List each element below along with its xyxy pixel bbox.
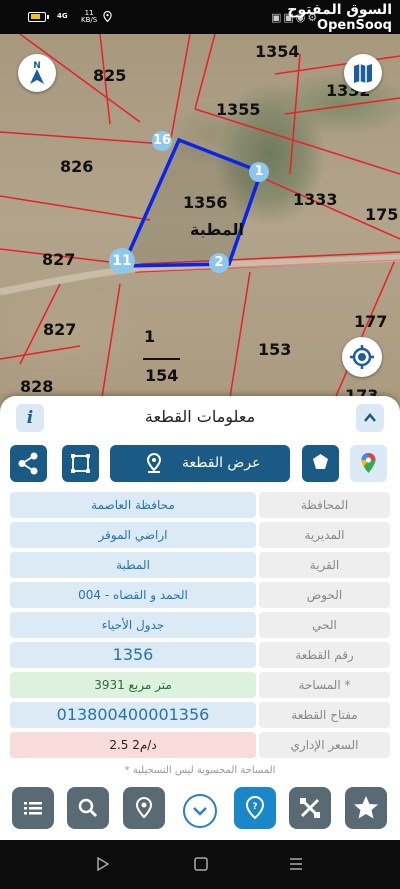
location-pin-icon — [146, 453, 162, 473]
help-location-button[interactable]: ? — [234, 787, 276, 829]
parcel-label[interactable]: 826 — [60, 157, 93, 176]
expand-button[interactable] — [183, 794, 217, 828]
svg-text:?: ? — [252, 802, 257, 812]
compass-icon: N — [30, 61, 44, 84]
share-icon — [18, 452, 38, 475]
share-button[interactable] — [10, 445, 47, 482]
collapse-button[interactable] — [356, 404, 384, 432]
vertex-marker[interactable]: 16 — [152, 131, 172, 151]
governorate-label: المحافظة — [259, 492, 390, 518]
parcel-label[interactable]: 1355 — [216, 100, 261, 119]
status-bar: 4G 11 KB/S ▣▣◉⚙ السوق المفتوح OpenSooq — [0, 0, 400, 34]
vertex-marker[interactable]: 11 — [109, 248, 135, 274]
locate-me-button[interactable] — [342, 337, 382, 377]
governorate-value: محافظة العاصمة — [10, 492, 256, 518]
bottom-toolbar: ? — [0, 771, 400, 840]
info-row-parcel-key: 013800400001356 مفتاح القطعة — [10, 702, 390, 728]
map-view-button[interactable] — [344, 54, 382, 92]
net-speed: 11 KB/S — [81, 10, 97, 24]
google-maps-button[interactable] — [350, 445, 387, 482]
parcel-label[interactable]: 1333 — [293, 190, 338, 209]
chevron-up-icon — [364, 413, 376, 422]
parcel-label[interactable]: 827 — [42, 250, 75, 269]
parcel-label[interactable]: 828 — [20, 377, 53, 396]
area-value: 3931 متر مربع — [10, 672, 256, 698]
location-status-icon — [103, 11, 112, 22]
show-parcel-label: عرض القطعة — [182, 455, 261, 471]
info-row-neighborhood: جدول الأحياء الحي — [10, 612, 390, 638]
directorate-value: اراضي الموقر — [10, 522, 256, 548]
directorate-label: المديرية — [259, 522, 390, 548]
parcel-info-panel: معلومات القطعة i عرض القطعة محافظة العاص… — [0, 396, 400, 840]
home-square-icon[interactable] — [194, 857, 208, 871]
basin-value: الحمد و القضاه - 004 — [10, 582, 256, 608]
info-row-basin: الحمد و القضاه - 004 الحوض — [10, 582, 390, 608]
favorite-star-icon — [354, 796, 378, 819]
recents-icon[interactable] — [289, 857, 303, 871]
vertex-marker[interactable]: 1 — [249, 162, 269, 182]
tools-icon — [300, 798, 320, 818]
system-nav-bar — [0, 840, 400, 889]
net-speed-unit: KB/S — [81, 16, 98, 24]
parcel-label[interactable]: 827 — [43, 320, 76, 339]
info-row-directorate: اراضي الموقر المديرية — [10, 522, 390, 548]
info-button[interactable]: i — [16, 404, 44, 432]
show-parcel-button[interactable]: عرض القطعة — [110, 445, 290, 482]
vertex-marker[interactable]: 2 — [209, 253, 229, 273]
location-icon — [135, 796, 153, 819]
parcel-label[interactable]: 1356 — [183, 193, 228, 212]
battery-icon — [28, 12, 49, 22]
brand-english: OpenSooq — [317, 18, 392, 33]
search-icon — [78, 798, 98, 818]
back-triangle-icon[interactable] — [97, 857, 109, 871]
locate-icon — [350, 345, 374, 369]
map-view-icon — [354, 64, 372, 83]
parcel-label[interactable]: 154 — [145, 366, 178, 385]
neighborhood-label: الحي — [259, 612, 390, 638]
parcel-key-value: 013800400001356 — [10, 702, 256, 728]
favorites-button[interactable] — [345, 787, 387, 829]
info-row-village: المطبة القرية — [10, 552, 390, 578]
parcel-label[interactable]: 1 — [144, 327, 155, 346]
crop-button[interactable] — [62, 445, 99, 482]
menu-list-icon — [24, 802, 42, 815]
star-icon — [313, 454, 328, 469]
tools-button[interactable] — [289, 787, 331, 829]
neighborhood-value: جدول الأحياء — [10, 612, 256, 638]
parcel-village-label: المطبة — [190, 220, 245, 239]
parcel-key-label: مفتاح القطعة — [259, 702, 390, 728]
parcel-label[interactable]: 1354 — [255, 42, 300, 61]
info-row-governorate: محافظة العاصمة المحافظة — [10, 492, 390, 518]
parcel-number-label: رقم القطعة — [259, 642, 390, 668]
admin-price-label: السعر الإداري — [259, 732, 390, 758]
info-row-admin-price: 2.5 د/م2 السعر الإداري — [10, 732, 390, 758]
crop-icon — [71, 454, 90, 473]
location-button[interactable] — [123, 787, 165, 829]
parcel-label[interactable]: 177 — [354, 312, 387, 331]
village-label: القرية — [259, 552, 390, 578]
basin-label: الحوض — [259, 582, 390, 608]
area-label: المساحة * — [259, 672, 390, 698]
info-row-parcel-number: 1356 رقم القطعة — [10, 642, 390, 668]
search-button[interactable] — [67, 787, 109, 829]
compass-button[interactable]: N — [18, 54, 56, 92]
panel-title: معلومات القطعة — [144, 407, 256, 426]
info-row-area: 3931 متر مربع المساحة * — [10, 672, 390, 698]
parcel-number-value: 1356 — [10, 642, 256, 668]
brand-arabic: السوق المفتوح — [287, 2, 392, 18]
google-maps-icon — [361, 453, 376, 473]
help-pin-icon: ? — [245, 795, 265, 820]
parcel-label[interactable]: 175 — [365, 205, 398, 224]
chevron-down-icon — [193, 807, 207, 816]
parcel-label[interactable]: 153 — [258, 340, 291, 359]
favorite-button[interactable] — [302, 445, 339, 482]
map-view[interactable]: 1354 825 1355 1332 826 1356 1333 175 827… — [0, 34, 400, 410]
admin-price-value: 2.5 د/م2 — [10, 732, 256, 758]
parcel-label[interactable]: 825 — [93, 66, 126, 85]
village-value: المطبة — [10, 552, 256, 578]
signal-type: 4G — [57, 12, 68, 20]
menu-list-button[interactable] — [12, 787, 54, 829]
